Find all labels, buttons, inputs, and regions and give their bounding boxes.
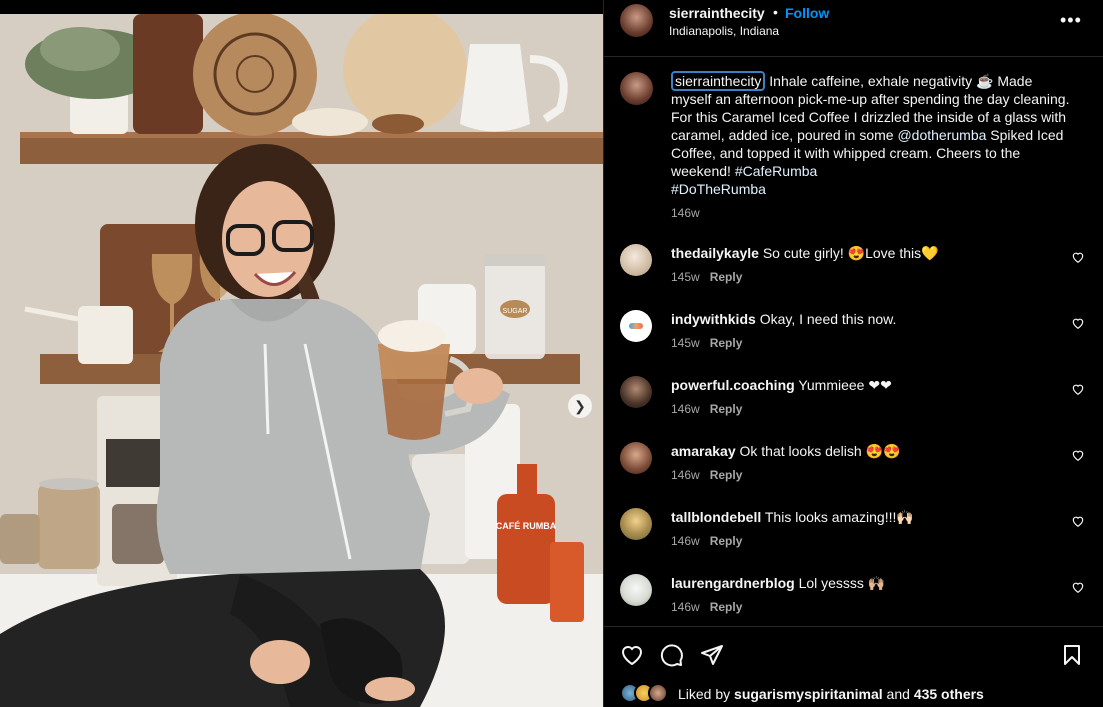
like-comment-heart-icon[interactable] — [1071, 382, 1085, 396]
comment-meta: 145w Reply — [671, 336, 742, 350]
follow-button[interactable]: Follow — [785, 5, 829, 21]
post-action-bar: Liked by sugarismyspiritanimal and 435 o… — [604, 626, 1103, 707]
commenter-avatar[interactable] — [620, 310, 652, 342]
comment-body: indywithkids Okay, I need this now. — [671, 310, 1051, 328]
like-comment-heart-icon[interactable] — [1071, 448, 1085, 462]
post-details-panel: sierrainthecity • Follow Indianapolis, I… — [603, 0, 1103, 707]
commenter-avatar[interactable] — [620, 376, 652, 408]
comment-item: powerful.coaching Yummieee ❤❤ 146w Reply — [604, 376, 1103, 442]
caption-username[interactable]: sierrainthecity — [671, 71, 766, 91]
commenter-avatar[interactable] — [620, 244, 652, 276]
commenter-username[interactable]: indywithkids — [671, 311, 756, 327]
comment-body: thedailykayle So cute girly! 😍Love this💛 — [671, 244, 1051, 262]
commenter-username[interactable]: tallblondebell — [671, 509, 761, 525]
comment-time[interactable]: 146w — [671, 600, 700, 614]
comment-meta: 146w Reply — [671, 402, 742, 416]
comment-item: indywithkids Okay, I need this now. 145w… — [604, 310, 1103, 376]
post-location[interactable]: Indianapolis, Indiana — [669, 24, 779, 38]
likes-and: and — [882, 686, 914, 702]
comment-item: tallblondebell This looks amazing!!!🙌🏻 1… — [604, 508, 1103, 574]
bookmark-icon[interactable] — [1060, 643, 1084, 667]
likes-count-others[interactable]: 435 others — [914, 686, 984, 702]
comment-body: powerful.coaching Yummieee ❤❤ — [671, 376, 1051, 394]
likes-text: Liked by sugarismyspiritanimal and 435 o… — [678, 686, 984, 702]
comment-meta: 146w Reply — [671, 600, 742, 614]
more-options-icon[interactable]: ••• — [1060, 10, 1082, 31]
comment-item: amarakay Ok that looks delish 😍😍 146w Rep… — [604, 442, 1103, 508]
author-username[interactable]: sierrainthecity — [669, 5, 765, 21]
comment-body: tallblondebell This looks amazing!!!🙌🏻 — [671, 508, 1051, 526]
author-avatar[interactable] — [620, 4, 653, 37]
comment-bubble-icon[interactable] — [660, 643, 684, 667]
indywithkids-logo — [629, 323, 643, 329]
chevron-right-icon: ❯ — [574, 397, 586, 414]
commenter-username[interactable]: powerful.coaching — [671, 377, 795, 393]
like-comment-heart-icon[interactable] — [1071, 250, 1085, 264]
caption-timestamp[interactable]: 146w — [671, 206, 700, 220]
comment-item: thedailykayle So cute girly! 😍Love this💛… — [604, 244, 1103, 310]
share-paper-plane-icon[interactable] — [700, 643, 724, 667]
reply-button[interactable]: Reply — [710, 468, 743, 482]
liker-avatar — [648, 683, 668, 703]
reply-button[interactable]: Reply — [710, 402, 743, 416]
commenter-avatar[interactable] — [620, 574, 652, 606]
comment-meta: 146w Reply — [671, 534, 742, 548]
comment-text: Ok that looks delish 😍😍 — [739, 443, 901, 459]
reply-button[interactable]: Reply — [710, 270, 743, 284]
reply-button[interactable]: Reply — [710, 600, 743, 614]
heart-icon[interactable] — [620, 643, 644, 667]
liker-username[interactable]: sugarismyspiritanimal — [734, 686, 883, 702]
commenter-avatar[interactable] — [620, 508, 652, 540]
comment-text: Okay, I need this now. — [759, 311, 897, 327]
comment-time[interactable]: 146w — [671, 468, 700, 482]
jar-label: SUGAR — [503, 308, 528, 315]
caption-hashtag-dotherumba[interactable]: #DoTheRumba — [671, 181, 766, 197]
like-comment-heart-icon[interactable] — [1071, 580, 1085, 594]
reply-button[interactable]: Reply — [710, 534, 743, 548]
reply-button[interactable]: Reply — [710, 336, 743, 350]
comment-text: So cute girly! 😍Love this💛 — [762, 245, 939, 261]
separator-dot: • — [773, 4, 778, 20]
commenter-username[interactable]: laurengardnerblog — [671, 575, 795, 591]
likes-summary: Liked by sugarismyspiritanimal and 435 o… — [620, 683, 984, 705]
like-comment-heart-icon[interactable] — [1071, 514, 1085, 528]
caption-mention[interactable]: @dotherumba — [897, 127, 986, 143]
caption-hashtag-caferumba[interactable]: #CafeRumba — [735, 163, 818, 179]
caption-avatar[interactable] — [620, 72, 653, 105]
post-photo[interactable]: SUGAR CAFÉ RUMBA ❯ — [0, 14, 603, 707]
comment-meta: 145w Reply — [671, 270, 742, 284]
commenter-username[interactable]: amarakay — [671, 443, 736, 459]
post-header: sierrainthecity • Follow Indianapolis, I… — [604, 0, 1103, 57]
comment-text: Yummieee ❤❤ — [798, 377, 892, 393]
comment-time[interactable]: 145w — [671, 270, 700, 284]
liked-by-prefix: Liked by — [678, 686, 735, 702]
comment-time[interactable]: 146w — [671, 402, 700, 416]
comment-body: amarakay Ok that looks delish 😍😍 — [671, 442, 1051, 460]
comment-time[interactable]: 145w — [671, 336, 700, 350]
next-photo-button[interactable]: ❯ — [568, 394, 592, 418]
post-caption: sierrainthecity Inhale caffeine, exhale … — [671, 71, 1071, 198]
commenter-username[interactable]: thedailykayle — [671, 245, 759, 261]
commenter-avatar[interactable] — [620, 442, 652, 474]
like-comment-heart-icon[interactable] — [1071, 316, 1085, 330]
likers-avatar-stack[interactable] — [620, 683, 674, 705]
comment-text: This looks amazing!!!🙌🏻 — [764, 509, 914, 525]
comment-text: Lol yessss 🙌🏼 — [798, 575, 886, 591]
bottle-label: CAFÉ RUMBA — [496, 521, 557, 531]
comment-body: laurengardnerblog Lol yessss 🙌🏼 — [671, 574, 1051, 592]
comment-meta: 146w Reply — [671, 468, 742, 482]
comment-time[interactable]: 146w — [671, 534, 700, 548]
photo-illustration: SUGAR CAFÉ RUMBA — [0, 14, 603, 707]
